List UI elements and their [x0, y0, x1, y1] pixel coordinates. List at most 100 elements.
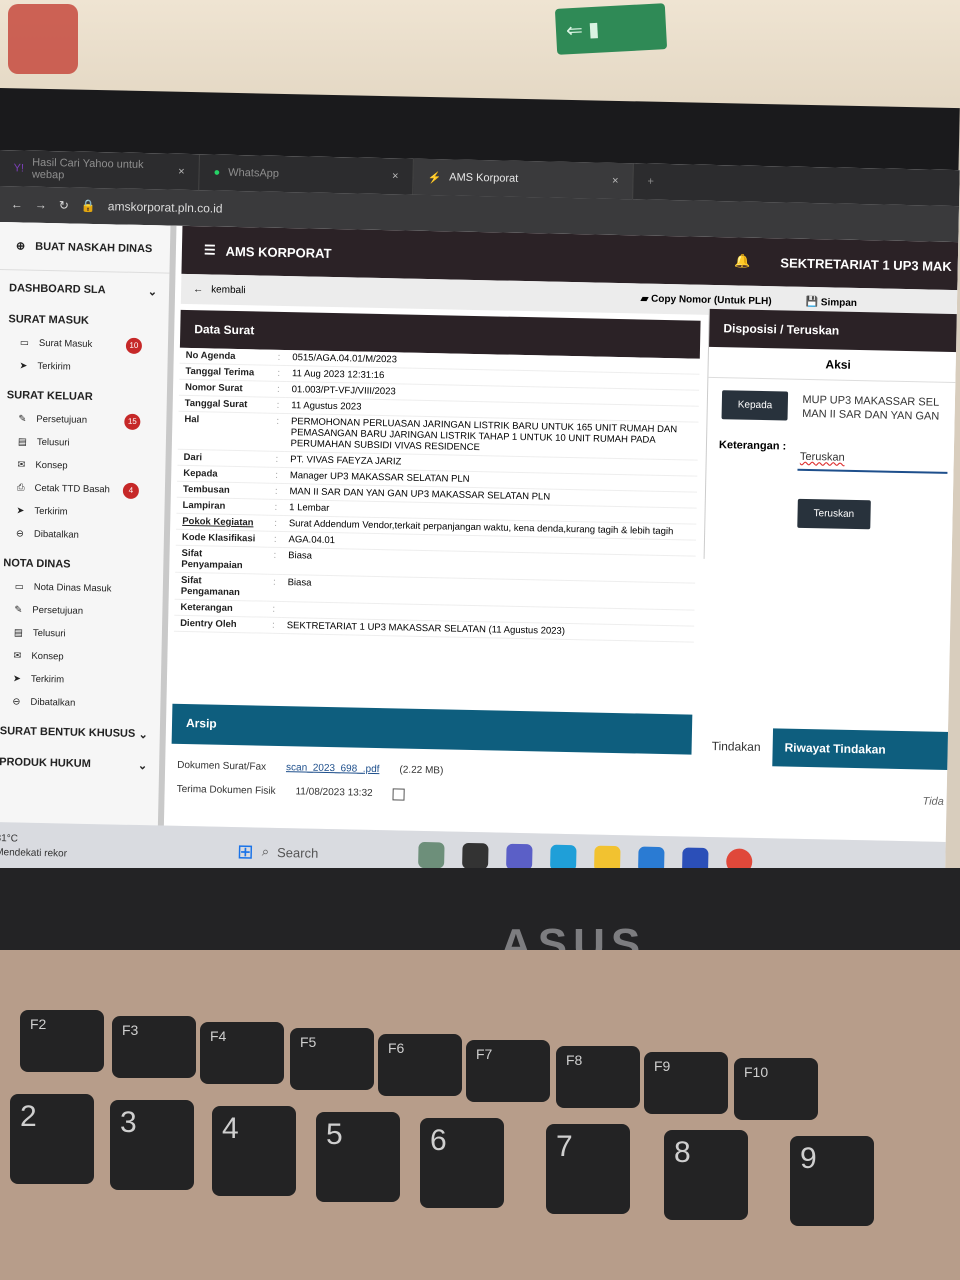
browser-tab-whatsapp[interactable]: ● WhatsApp ×	[199, 154, 414, 195]
key-2[interactable]: 2	[10, 1094, 94, 1184]
row-key: Dientry Oleh	[173, 615, 267, 634]
task-view-icon[interactable]	[462, 842, 489, 870]
teams-icon[interactable]	[505, 843, 533, 871]
sidebar-item-persetujuan[interactable]: ✎ Persetujuan	[0, 598, 163, 625]
close-icon[interactable]: ×	[392, 170, 399, 182]
inbox-icon: ▭	[19, 337, 30, 349]
row-separator: :	[267, 531, 283, 548]
pln-icon: ⚡	[427, 171, 442, 184]
widgets-icon[interactable]	[418, 841, 445, 869]
tab-riwayat-tindakan[interactable]: Riwayat Tindakan	[772, 728, 953, 771]
close-icon[interactable]: ×	[178, 166, 185, 178]
key-f9[interactable]: F9	[644, 1052, 728, 1114]
row-key: Tembusan	[176, 481, 270, 500]
row-separator: :	[265, 617, 281, 634]
laptop-hinge	[0, 868, 960, 958]
close-icon[interactable]: ×	[612, 175, 619, 187]
new-naskah-button[interactable]: ⊕ BUAT NASKAH DINAS	[0, 221, 171, 274]
weather-widget[interactable]: 31°C Mendekati rekor	[0, 832, 67, 862]
key-f7[interactable]: F7	[466, 1040, 550, 1102]
browser-tab-ams[interactable]: ⚡ AMS Korporat ×	[413, 158, 634, 200]
save-button[interactable]: 💾 Simpan	[806, 296, 858, 308]
keterangan-input[interactable]: Teruskan	[797, 440, 949, 474]
key-f3[interactable]: F3	[112, 1016, 196, 1078]
sidebar-item-konsep[interactable]: ✉ Konsep	[0, 453, 166, 480]
taskbar-search[interactable]: ⊞ ⌕ Search	[237, 839, 319, 866]
row-key: Lampiran	[176, 497, 269, 516]
back-arrow-icon[interactable]: ←	[11, 197, 23, 211]
sidebar-item-telusuri[interactable]: ▤ Telusuri	[0, 430, 166, 457]
row-key: Kode Klasifikasi	[175, 529, 269, 548]
key-f2[interactable]: F2	[20, 1010, 104, 1072]
sidebar-item-dibatalkan[interactable]: ⊖ Dibatalkan	[0, 690, 161, 717]
key-5[interactable]: 5	[316, 1112, 400, 1202]
fisik-checkbox[interactable]	[392, 788, 405, 801]
row-separator: :	[266, 574, 282, 602]
row-key: Tanggal Terima	[179, 363, 272, 382]
fire-alarm-box	[8, 4, 78, 74]
reload-icon[interactable]: ↻	[59, 198, 69, 212]
row-separator: :	[271, 365, 287, 382]
sidebar-item-surat-masuk[interactable]: ▭ Surat Masuk 10	[0, 331, 168, 358]
data-surat-panel: Data Surat No Agenda:0515/AGA.04.01/M/20…	[173, 309, 701, 643]
yahoo-icon: Y!	[13, 162, 25, 175]
row-key[interactable]: Pokok Kegiatan	[176, 513, 269, 532]
hamburger-menu-icon[interactable]: ☰	[204, 242, 216, 258]
back-link[interactable]: kembali	[211, 284, 246, 296]
key-f10[interactable]: F10	[734, 1058, 818, 1120]
key-8[interactable]: 8	[664, 1130, 748, 1220]
key-f6[interactable]: F6	[378, 1034, 462, 1096]
windows-start-icon[interactable]: ⊞	[237, 839, 254, 864]
cancel-circle-icon: ⊖	[12, 696, 21, 708]
section-surat-keluar: SURAT KELUAR	[6, 389, 93, 403]
pencil-icon: ✎	[14, 604, 23, 616]
key-7[interactable]: 7	[546, 1124, 630, 1214]
row-separator: :	[270, 397, 286, 414]
lock-icon: 🔒	[80, 198, 97, 214]
key-9[interactable]: 9	[790, 1136, 874, 1226]
sidebar-item-telusuri[interactable]: ▤ Telusuri	[0, 621, 162, 648]
key-6[interactable]: 6	[420, 1118, 504, 1208]
keterangan-label: Keterangan :	[718, 439, 787, 453]
sidebar-item-nota-masuk[interactable]: ▭ Nota Dinas Masuk	[0, 575, 163, 602]
sidebar-item-dibatalkan[interactable]: ⊖ Dibatalkan	[0, 522, 164, 549]
browser-tab-yahoo[interactable]: Y! Hasil Cari Yahoo untuk webap ×	[0, 150, 200, 191]
sidebar-item-konsep[interactable]: ✉ Konsep	[0, 644, 162, 671]
copy-nomor-button[interactable]: ▰ Copy Nomor (Untuk PLH)	[641, 293, 772, 307]
sidebar-item-terkirim[interactable]: ➤ Terkirim	[0, 354, 168, 381]
key-3[interactable]: 3	[110, 1100, 194, 1190]
key-4[interactable]: 4	[212, 1106, 296, 1196]
data-surat-table: No Agenda:0515/AGA.04.01/M/2023 Tanggal T…	[173, 347, 700, 643]
section-surat-bentuk-khusus[interactable]: SURAT BENTUK KHUSUS ⌄	[0, 713, 160, 748]
dokumen-file-link[interactable]: scan_2023_698_.pdf	[286, 762, 380, 775]
row-separator: :	[269, 413, 286, 452]
ams-app: ⊕ BUAT NASKAH DINAS DASHBOARD SLA ⌄ SURA…	[0, 221, 960, 842]
section-nota-dinas: NOTA DINAS	[3, 557, 71, 571]
key-f4[interactable]: F4	[200, 1022, 284, 1084]
envelope-icon: ✉	[13, 650, 22, 662]
back-arrow-icon[interactable]: ←	[193, 284, 203, 295]
tindakan-tabs: Tindakan Riwayat Tindakan	[699, 727, 953, 771]
weather-text: Mendekati rekor	[0, 847, 68, 860]
bell-icon[interactable]: 🔔	[734, 253, 750, 269]
url-field[interactable]: amskorporat.pln.co.id	[108, 199, 223, 215]
new-tab-button[interactable]: +	[633, 163, 668, 200]
section-produk-hukum[interactable]: PRODUK HUKUM ⌄	[0, 744, 160, 779]
forward-arrow-icon[interactable]: →	[35, 198, 47, 212]
sidebar-item-persetujuan[interactable]: ✎ Persetujuan 15	[0, 407, 167, 434]
sidebar-item-cetak-ttd[interactable]: ⎙ Cetak TTD Basah 4	[0, 476, 165, 503]
save-icon: 💾	[805, 296, 819, 308]
teruskan-button[interactable]: Teruskan	[797, 498, 871, 530]
sidebar-item-terkirim[interactable]: ➤ Terkirim	[0, 499, 165, 526]
app-title: AMS KORPORAT	[225, 243, 332, 261]
arsip-fisik-row: Terima Dokumen Fisik 11/08/2023 13:32	[177, 784, 405, 801]
key-f8[interactable]: F8	[556, 1046, 640, 1108]
sidebar-item-terkirim[interactable]: ➤ Terkirim	[0, 667, 161, 694]
key-f5[interactable]: F5	[290, 1028, 374, 1090]
count-badge: 4	[122, 482, 140, 499]
kepada-button[interactable]: Kepada	[721, 390, 789, 421]
row-separator: :	[268, 483, 284, 500]
send-icon: ➤	[19, 360, 28, 372]
dashboard-sla[interactable]: DASHBOARD SLA ⌄	[0, 270, 169, 305]
tab-tindakan[interactable]: Tindakan	[699, 727, 773, 767]
